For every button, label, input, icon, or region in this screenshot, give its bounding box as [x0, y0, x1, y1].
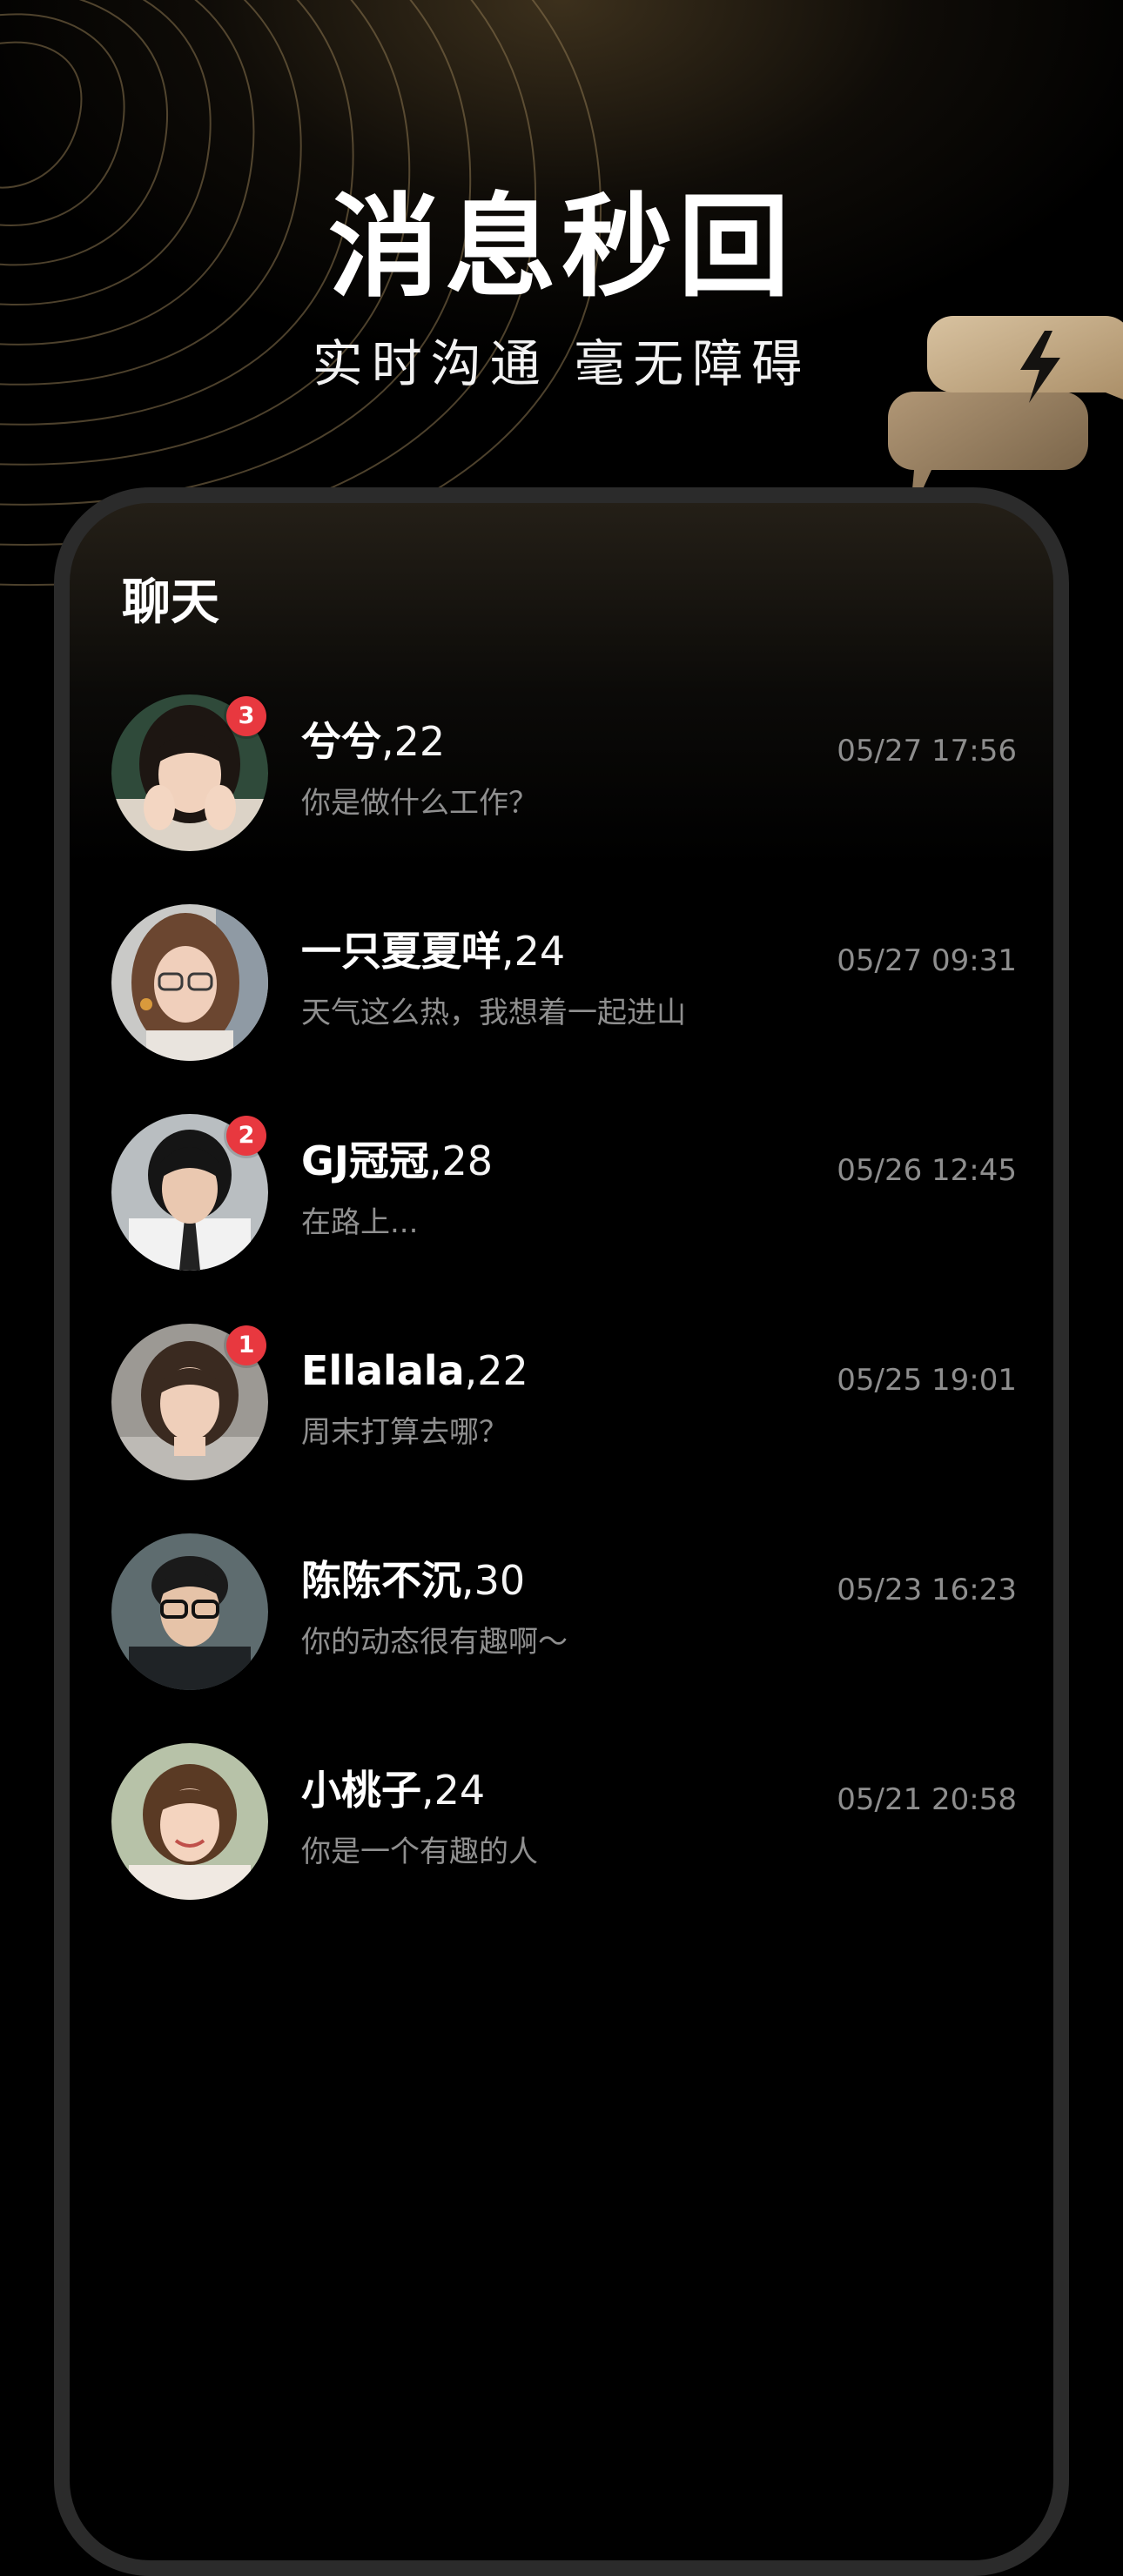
chat-time: 05/27 17:56: [837, 734, 1017, 768]
chat-preview: 你的动态很有趣啊～: [301, 1625, 568, 1660]
chat-time: 05/21 20:58: [837, 1782, 1017, 1817]
chat-preview: 你是做什么工作？: [301, 786, 538, 821]
avatar[interactable]: [111, 1533, 268, 1690]
chat-row[interactable]: 2 GJ冠冠,28 在路上... 05/26 12:45: [111, 1114, 1017, 1272]
chat-preview: 周末打算去哪？: [301, 1415, 508, 1450]
chat-preview: 你是一个有趣的人: [301, 1835, 538, 1869]
chat-name-text: 陈陈不沉: [301, 1557, 461, 1604]
chat-preview: 天气这么热，我想着一起进山: [301, 996, 686, 1030]
chat-row[interactable]: 1 Ellalala,22 周末打算去哪？ 05/25 19:01: [111, 1324, 1017, 1482]
chat-name-text: Ellalala: [301, 1347, 465, 1394]
chat-age: ,30: [461, 1557, 526, 1604]
chat-time: 05/23 16:23: [837, 1573, 1017, 1607]
chat-name-text: GJ冠冠: [301, 1137, 429, 1184]
chat-age: ,22: [464, 1347, 528, 1394]
avatar[interactable]: [111, 1743, 268, 1900]
chat-name-text: 小桃子: [301, 1767, 421, 1814]
chat-row[interactable]: 小桃子,24 你是一个有趣的人 05/21 20:58: [111, 1743, 1017, 1902]
chat-name-text: 一只夏夏咩: [301, 928, 501, 975]
chat-row[interactable]: 陈陈不沉,30 你的动态很有趣啊～ 05/23 16:23: [111, 1533, 1017, 1692]
chat-age: ,24: [501, 928, 566, 975]
chat-age: ,28: [428, 1137, 494, 1184]
chat-name-text: 兮兮: [301, 718, 381, 765]
avatar[interactable]: [111, 904, 268, 1061]
chat-name: 陈陈不沉,30: [301, 1553, 525, 1608]
chat-name: 小桃子,24: [301, 1762, 485, 1818]
chat-name: GJ冠冠,28: [301, 1133, 493, 1189]
chat-time: 05/27 09:31: [837, 943, 1017, 978]
chat-time: 05/26 12:45: [837, 1153, 1017, 1188]
chat-row[interactable]: 3 兮兮,22 你是做什么工作？ 05/27 17:56: [111, 694, 1017, 853]
promo-headline: 消息秒回: [327, 183, 795, 312]
unread-badge: 3: [226, 696, 266, 736]
chat-time: 05/25 19:01: [837, 1363, 1017, 1398]
chat-row[interactable]: 一只夏夏咩,24 天气这么热，我想着一起进山 05/27 09:31: [111, 904, 1017, 1063]
chat-name: 一只夏夏咩,24: [301, 923, 565, 979]
chat-name: 兮兮,22: [301, 714, 445, 769]
chat-preview: 在路上...: [301, 1205, 419, 1240]
unread-badge: 1: [226, 1325, 266, 1365]
unread-badge: 2: [226, 1116, 266, 1156]
chat-age: ,24: [421, 1767, 486, 1814]
chat-name: Ellalala,22: [301, 1343, 528, 1399]
chat-age: ,22: [381, 718, 446, 765]
chat-panel-title: 聊天: [122, 574, 219, 631]
